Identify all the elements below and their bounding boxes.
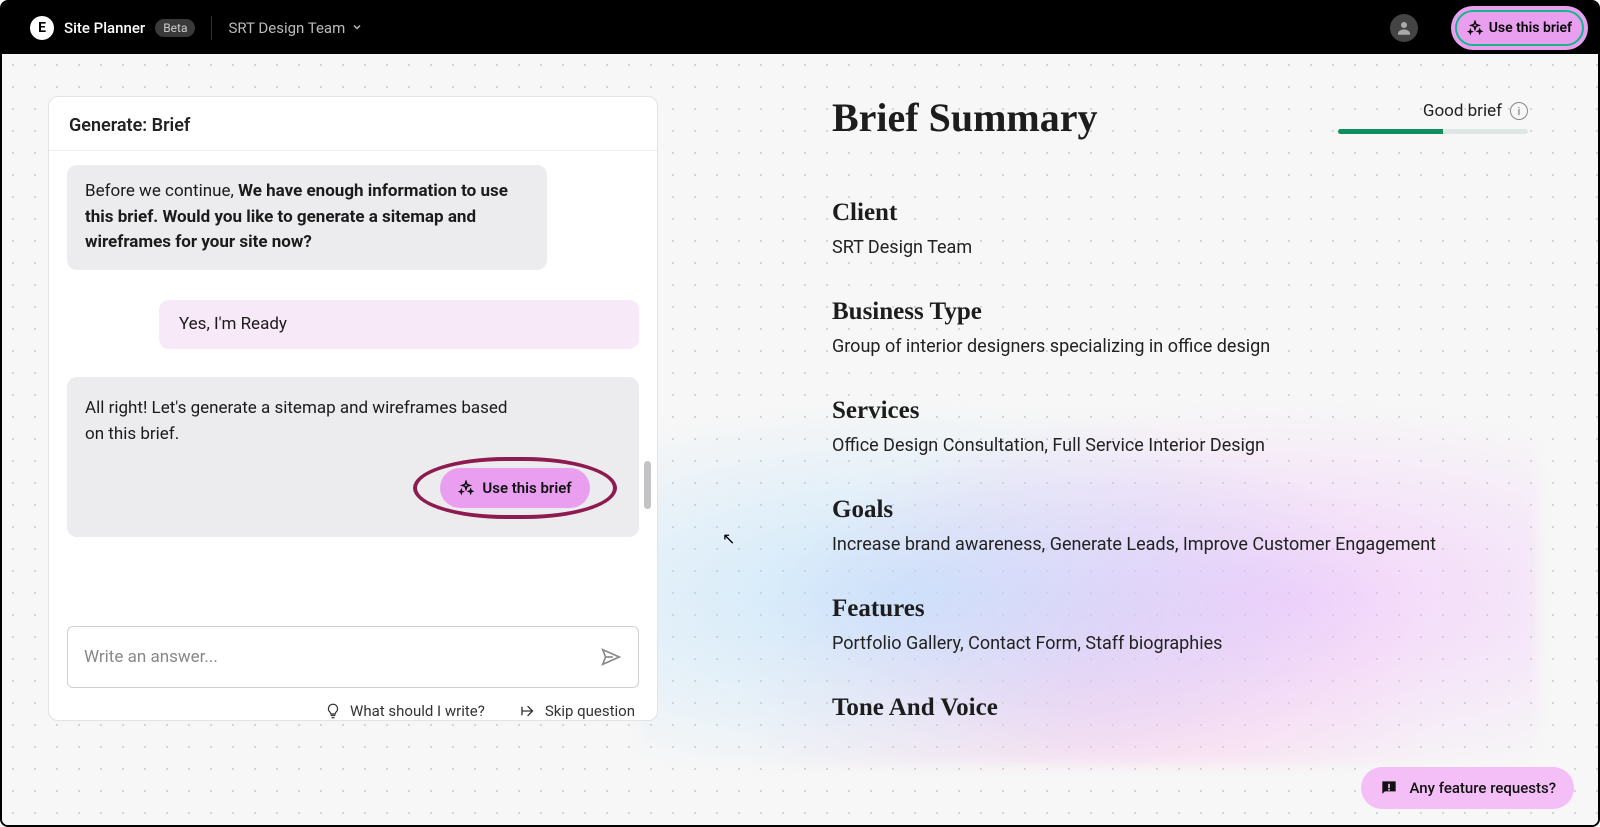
section-text: Portfolio Gallery, Contact Form, Staff b… — [832, 633, 1528, 654]
feature-request-label: Any feature requests? — [1409, 779, 1556, 797]
section-business-type: Business Type Group of interior designer… — [832, 298, 1528, 357]
send-icon[interactable] — [600, 646, 622, 668]
skip-icon — [519, 702, 537, 720]
suggestion-label: What should I write? — [350, 702, 485, 720]
feature-request-button[interactable]: Any feature requests? — [1361, 767, 1574, 809]
section-text: Increase brand awareness, Generate Leads… — [832, 534, 1528, 555]
info-icon[interactable]: i — [1510, 102, 1528, 120]
section-tone: Tone And Voice — [832, 694, 1528, 722]
suggestion-link[interactable]: What should I write? — [324, 702, 485, 720]
user-message: Yes, I'm Ready — [159, 300, 639, 350]
app-frame: E Site Planner Beta SRT Design Team Use … — [0, 0, 1600, 827]
user-avatar[interactable] — [1390, 14, 1418, 42]
use-brief-cta-label: Use this brief — [482, 479, 571, 497]
sparkle-icon — [1467, 20, 1483, 36]
section-heading: Services — [832, 397, 1528, 425]
use-brief-header-highlight: Use this brief — [1451, 6, 1588, 50]
brief-summary: Brief Summary Good brief i Client SRT De… — [832, 94, 1528, 762]
content-area: Generate: Brief Before we continue, We h… — [2, 54, 1598, 825]
brief-quality: Good brief i — [1338, 101, 1528, 134]
chat-scrollbar[interactable] — [644, 461, 651, 509]
summary-title: Brief Summary — [832, 94, 1098, 141]
app-header: E Site Planner Beta SRT Design Team Use … — [2, 2, 1598, 54]
team-name: SRT Design Team — [228, 19, 345, 37]
section-heading: Goals — [832, 496, 1528, 524]
section-features: Features Portfolio Gallery, Contact Form… — [832, 595, 1528, 654]
brief-quality-progress — [1338, 129, 1528, 134]
header-divider — [211, 16, 212, 40]
lightbulb-icon — [324, 702, 342, 720]
app-title: Site Planner — [64, 19, 145, 37]
section-text: Office Design Consultation, Full Service… — [832, 435, 1528, 456]
use-brief-cta-button[interactable]: Use this brief — [440, 468, 589, 508]
section-services: Services Office Design Consultation, Ful… — [832, 397, 1528, 456]
sparkle-icon — [458, 480, 474, 496]
section-goals: Goals Increase brand awareness, Generate… — [832, 496, 1528, 555]
summary-header-row: Brief Summary Good brief i — [832, 94, 1528, 141]
section-heading: Business Type — [832, 298, 1528, 326]
skip-question-link[interactable]: Skip question — [519, 702, 635, 720]
ai-message-text: All right! Let's generate a sitemap and … — [85, 395, 515, 448]
section-client: Client SRT Design Team — [832, 199, 1528, 258]
team-selector[interactable]: SRT Design Team — [228, 19, 363, 37]
chat-input-row: Write an answer... — [67, 626, 639, 688]
brief-quality-progress-fill — [1338, 129, 1443, 134]
mouse-cursor: ↖ — [722, 529, 735, 548]
skip-label: Skip question — [545, 702, 635, 720]
ai-message-block: All right! Let's generate a sitemap and … — [67, 377, 639, 537]
use-brief-header-button[interactable]: Use this brief — [1455, 10, 1584, 46]
person-icon — [1395, 19, 1413, 37]
section-heading: Features — [832, 595, 1528, 623]
feedback-icon — [1379, 778, 1399, 798]
app-logo: E — [30, 16, 54, 40]
chat-footer: What should I write? Skip question — [49, 688, 657, 720]
section-heading: Client — [832, 199, 1528, 227]
chat-input[interactable]: Write an answer... — [67, 626, 639, 688]
ai-message: Before we continue, We have enough infor… — [67, 165, 547, 270]
use-brief-header-label: Use this brief — [1489, 20, 1572, 36]
section-heading: Tone And Voice — [832, 694, 1528, 722]
use-brief-cta-highlight: Use this brief — [413, 457, 617, 519]
brief-quality-label: Good brief — [1423, 101, 1502, 121]
section-text: Group of interior designers specializing… — [832, 336, 1528, 357]
beta-badge: Beta — [155, 19, 195, 37]
chat-panel-title: Generate: Brief — [49, 97, 657, 151]
chat-scroll-area[interactable]: Before we continue, We have enough infor… — [49, 151, 657, 606]
chat-input-placeholder: Write an answer... — [84, 647, 218, 667]
chevron-down-icon — [351, 21, 363, 36]
ai-message-prefix: Before we continue, — [85, 181, 238, 201]
section-text: SRT Design Team — [832, 237, 1528, 258]
chat-panel: Generate: Brief Before we continue, We h… — [48, 96, 658, 721]
